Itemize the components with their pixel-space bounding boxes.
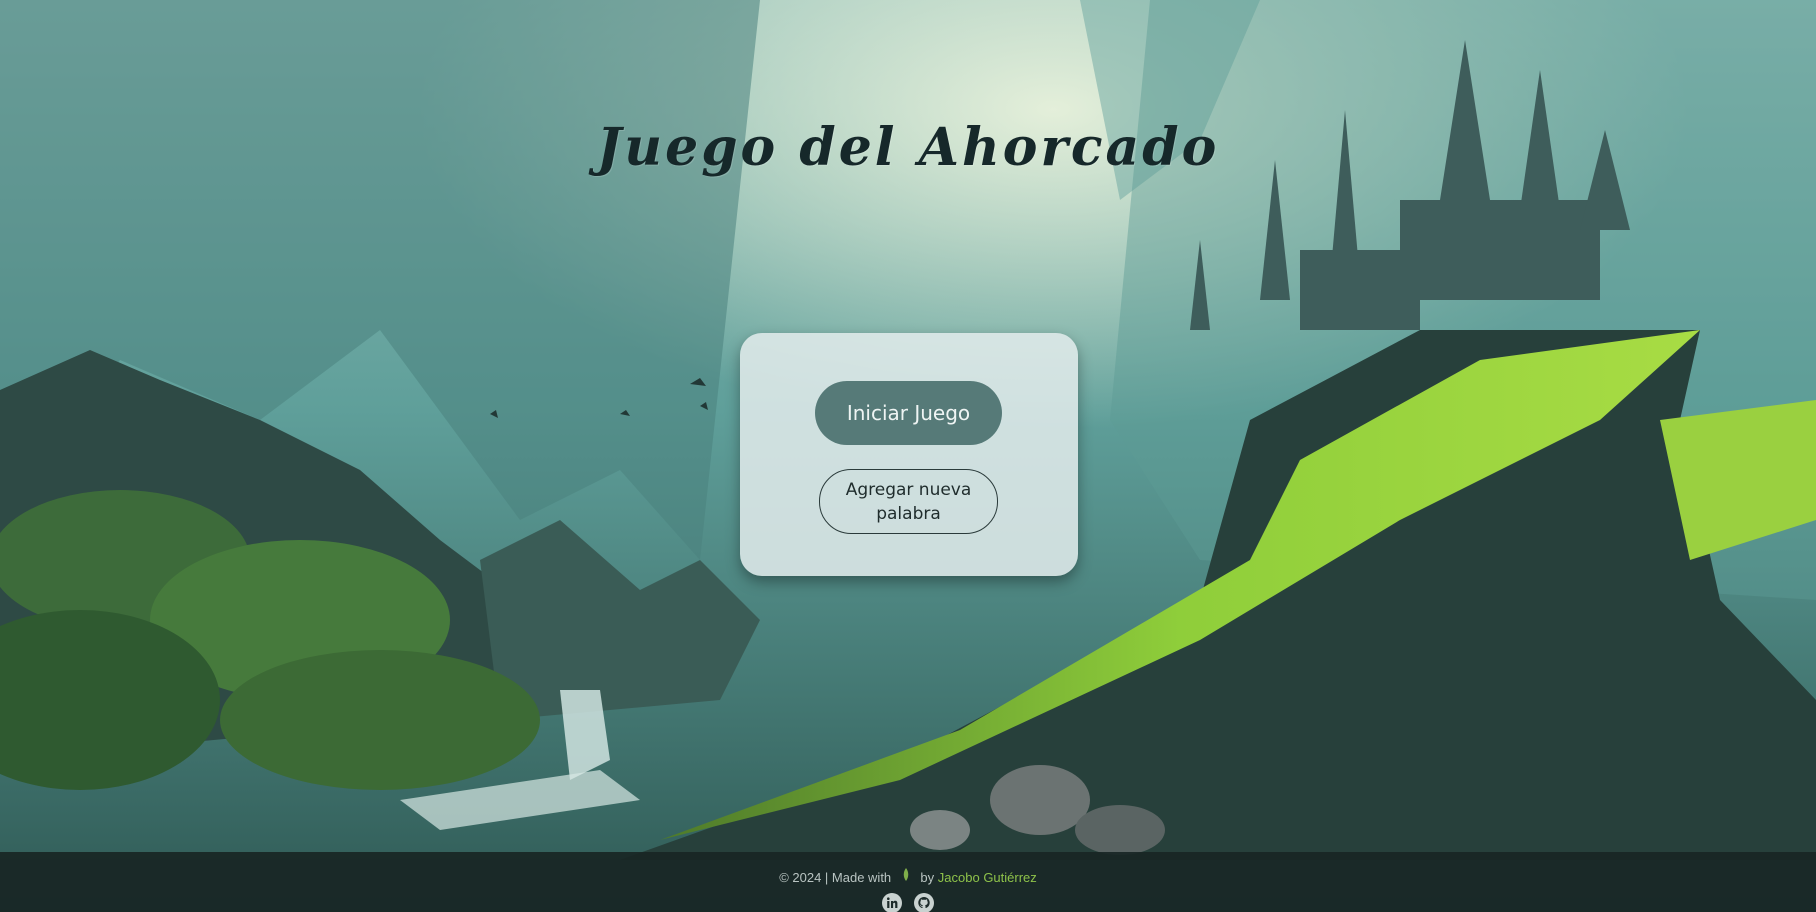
by-text: by bbox=[920, 870, 935, 885]
copyright-text: © 2024 | Made with bbox=[779, 870, 892, 885]
leaf-icon bbox=[899, 868, 913, 885]
footer-credits: © 2024 | Made with by Jacobo Gutiérrez bbox=[0, 868, 1816, 885]
author-link[interactable]: Jacobo Gutiérrez bbox=[938, 870, 1037, 885]
page-title: Juego del Ahorcado bbox=[596, 116, 1220, 178]
menu-card: Iniciar Juego Agregar nueva palabra bbox=[740, 333, 1078, 576]
linkedin-icon[interactable] bbox=[882, 893, 903, 912]
add-word-button[interactable]: Agregar nueva palabra bbox=[819, 469, 998, 534]
github-icon[interactable] bbox=[913, 893, 934, 912]
start-game-button[interactable]: Iniciar Juego bbox=[815, 381, 1002, 445]
social-links bbox=[0, 893, 1816, 912]
footer: © 2024 | Made with by Jacobo Gutiérrez bbox=[0, 852, 1816, 912]
